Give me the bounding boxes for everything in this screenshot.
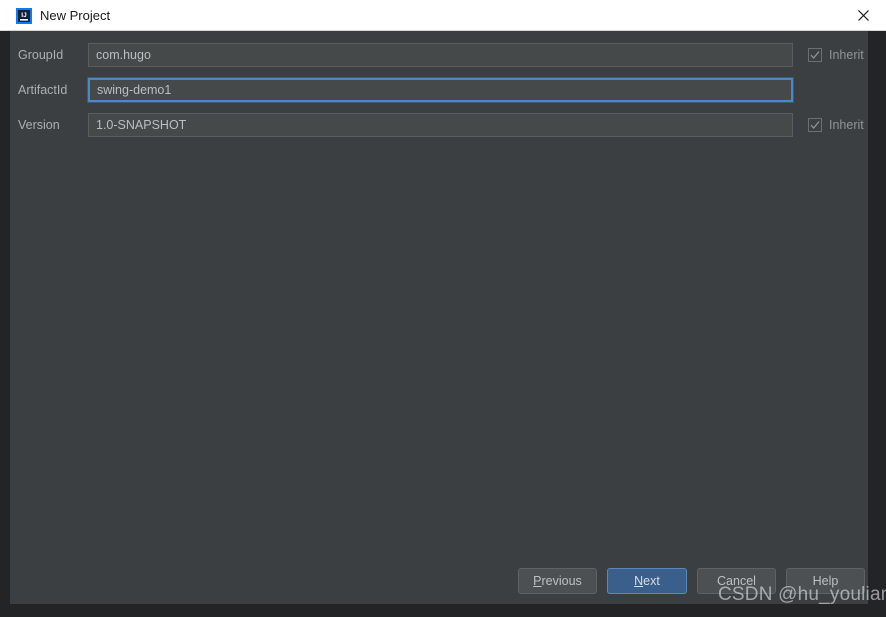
groupid-label: GroupId xyxy=(18,48,64,62)
dialog-button-bar: Previous Next Cancel Help xyxy=(10,568,868,602)
version-value: 1.0-SNAPSHOT xyxy=(96,118,187,132)
close-icon xyxy=(857,10,869,21)
groupid-inherit-checkbox[interactable]: Inherit xyxy=(808,45,864,65)
help-button-label: Help xyxy=(812,574,839,588)
svg-text:IJ: IJ xyxy=(21,12,27,19)
dialog-content-panel: GroupId com.hugo Inherit ArtifactId swin… xyxy=(10,31,868,604)
artifactid-label: ArtifactId xyxy=(18,83,68,97)
close-button[interactable] xyxy=(840,0,886,31)
form-row-artifactid: ArtifactId swing-demo1 xyxy=(10,78,868,102)
version-input[interactable]: 1.0-SNAPSHOT xyxy=(88,113,793,137)
intellij-idea-icon: IJ xyxy=(16,8,32,24)
version-inherit-checkbox[interactable]: Inherit xyxy=(808,115,864,135)
groupid-inherit-label: Inherit xyxy=(829,48,864,62)
checkbox-checked-icon xyxy=(808,118,822,132)
title-bar: IJ New Project xyxy=(0,0,886,31)
groupid-value: com.hugo xyxy=(96,48,151,62)
groupid-input[interactable]: com.hugo xyxy=(88,43,793,67)
next-button[interactable]: Next xyxy=(607,568,687,594)
version-label: Version xyxy=(18,118,60,132)
cancel-button-label: Cancel xyxy=(717,574,756,588)
next-button-label: Next xyxy=(634,574,660,588)
version-inherit-label: Inherit xyxy=(829,118,864,132)
window-title: New Project xyxy=(40,8,111,23)
previous-button-label: Previous xyxy=(533,574,582,588)
help-button[interactable]: Help xyxy=(786,568,865,594)
artifactid-value: swing-demo1 xyxy=(97,83,172,97)
new-project-dialog-window: IJ New Project GroupId com.hugo Inherit … xyxy=(0,0,886,617)
previous-button[interactable]: Previous xyxy=(518,568,597,594)
artifactid-input[interactable]: swing-demo1 xyxy=(88,78,793,102)
form-row-groupid: GroupId com.hugo Inherit xyxy=(10,43,868,67)
cancel-button[interactable]: Cancel xyxy=(697,568,776,594)
form-row-version: Version 1.0-SNAPSHOT Inherit xyxy=(10,113,868,137)
checkbox-checked-icon xyxy=(808,48,822,62)
